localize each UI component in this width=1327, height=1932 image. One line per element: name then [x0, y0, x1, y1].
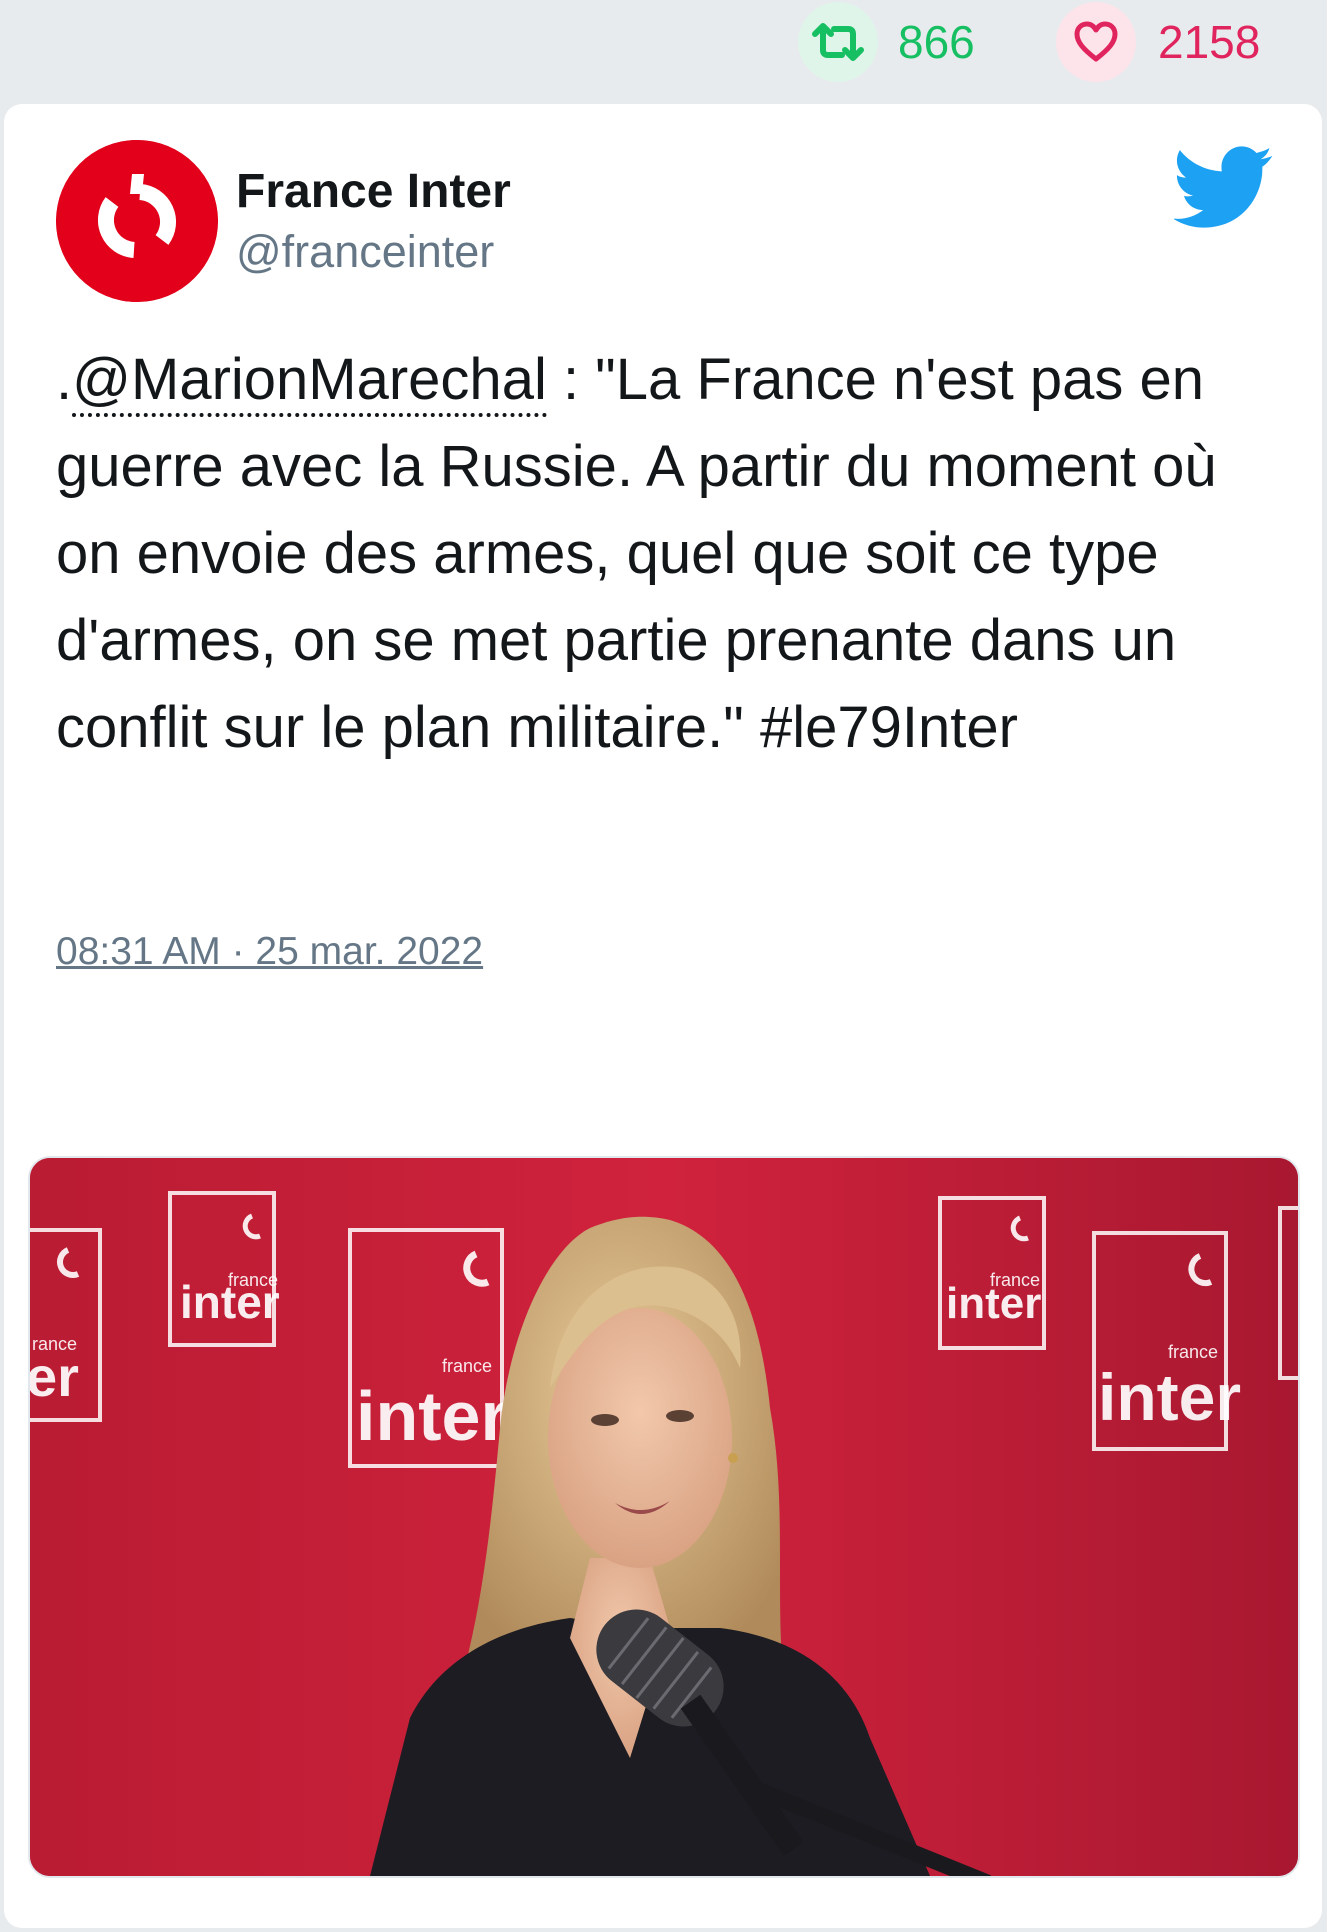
like-stat[interactable]: 2158 [1056, 2, 1260, 82]
svg-text:france: france [1168, 1342, 1218, 1362]
retweet-count: 866 [898, 16, 975, 68]
svg-text:rance: rance [32, 1334, 77, 1354]
author-name[interactable]: France Inter [236, 164, 511, 219]
tweet-card: France Inter @franceinter .@MarionMarech… [4, 104, 1322, 1928]
svg-text:france: france [990, 1270, 1040, 1290]
tweet-stats-bar: 866 2158 [0, 0, 1327, 95]
tweet-text-prefix: . [56, 347, 73, 412]
svg-text:er: er [30, 1345, 79, 1408]
retweet-stat[interactable]: 866 [798, 2, 975, 82]
avatar[interactable] [56, 140, 218, 302]
tweet-timestamp[interactable]: 08:31 AM · 25 mar. 2022 [56, 930, 483, 974]
tweet-text: .@MarionMarechal : "La France n'est pas … [56, 336, 1296, 771]
svg-text:inter: inter [356, 1377, 508, 1455]
heart-icon [1056, 2, 1136, 82]
france-inter-logo-icon [56, 140, 218, 302]
mention-link[interactable]: @MarionMarechal [72, 347, 547, 417]
svg-text:france: france [442, 1356, 492, 1376]
like-count: 2158 [1158, 16, 1261, 68]
twitter-bird-icon[interactable] [1172, 146, 1274, 230]
photo-scene: er inter inter inter inter rance france … [30, 1158, 1298, 1876]
tweet-media-photo[interactable]: er inter inter inter inter rance france … [28, 1156, 1300, 1878]
retweet-icon [798, 2, 878, 82]
author-handle[interactable]: @franceinter [236, 226, 494, 278]
svg-text:france: france [228, 1270, 278, 1290]
svg-text:inter: inter [1098, 1360, 1241, 1434]
